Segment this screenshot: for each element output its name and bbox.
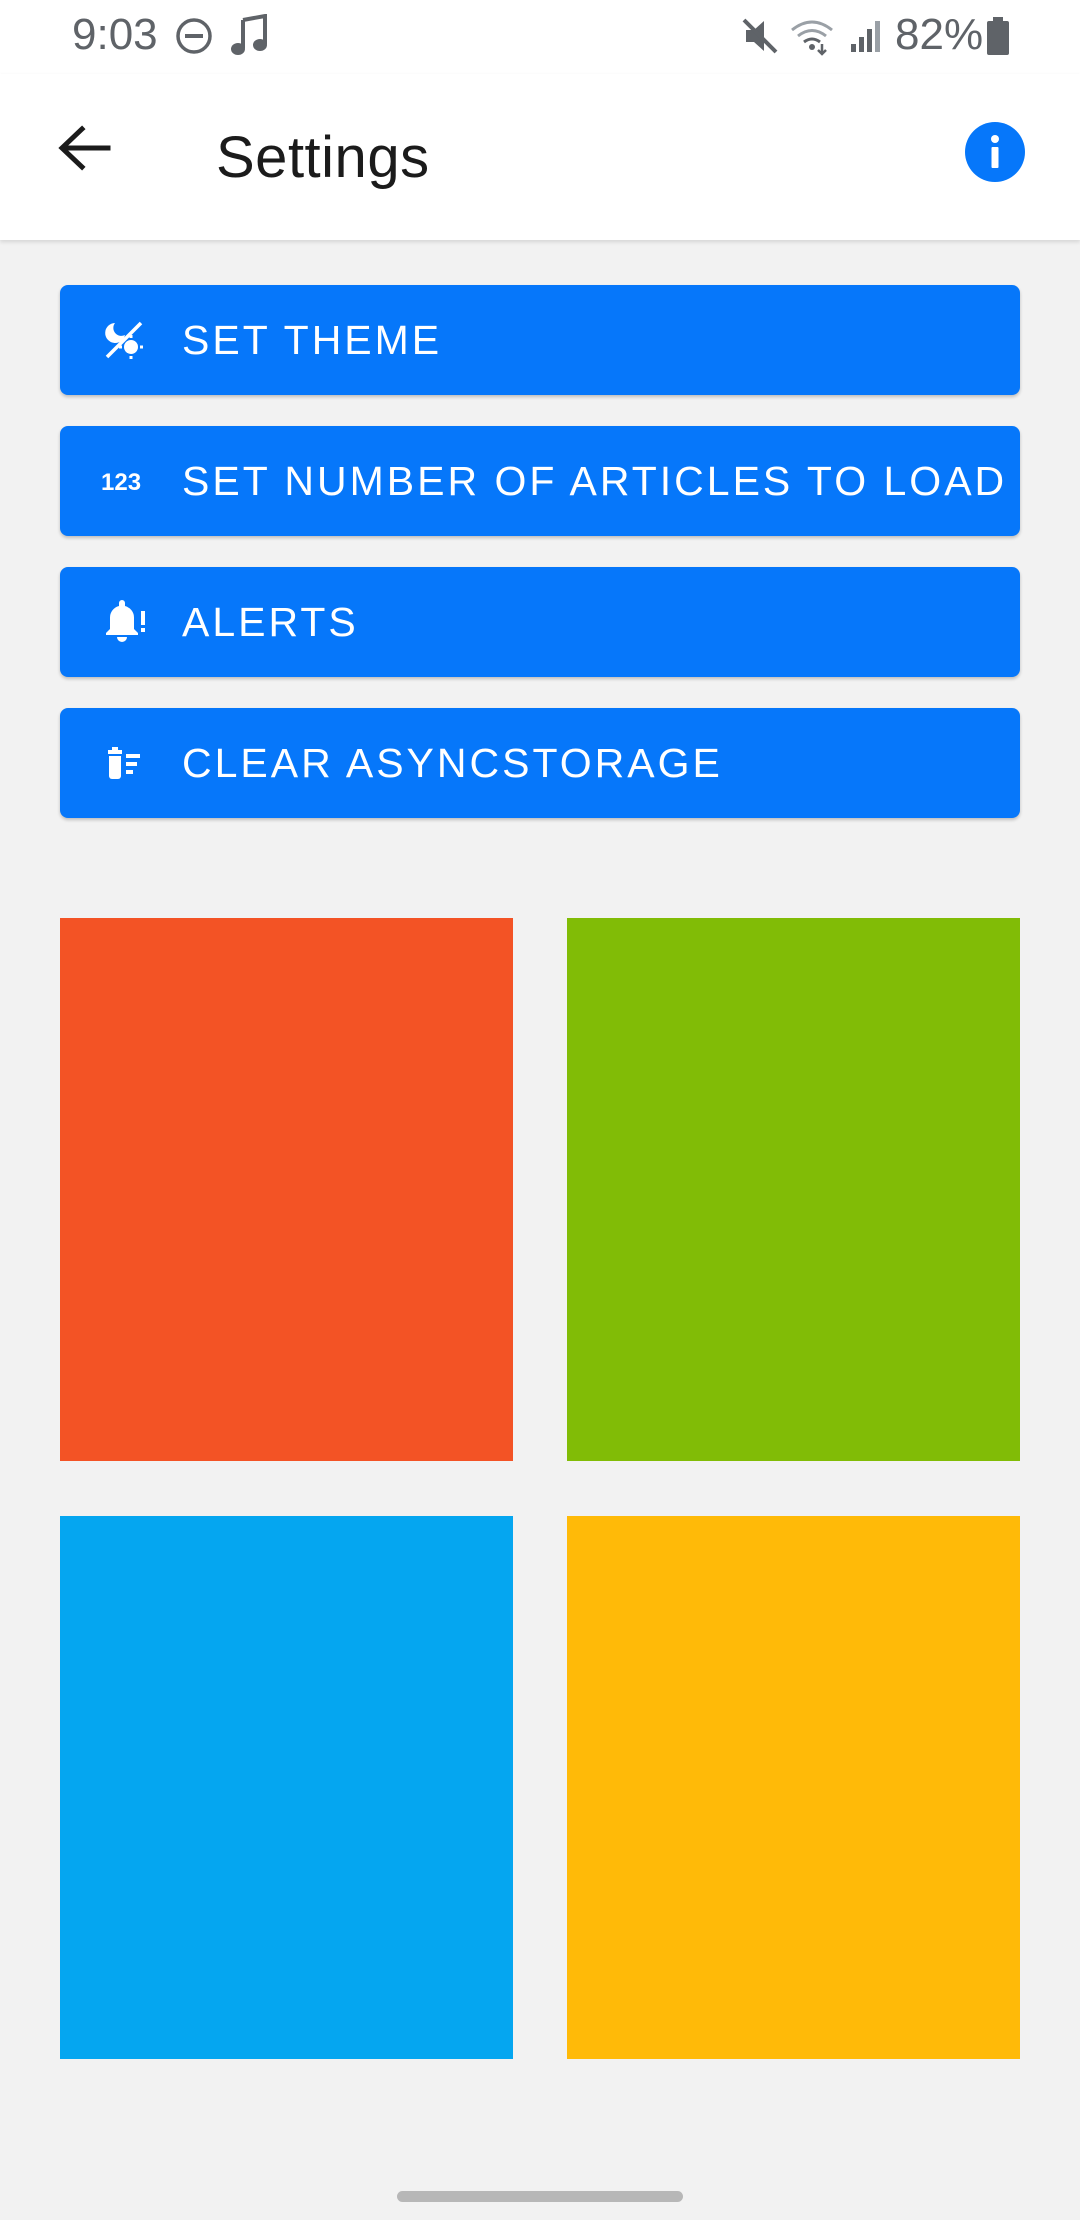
wifi-icon	[788, 12, 836, 60]
theme-icon	[94, 310, 154, 370]
music-note-icon	[228, 12, 270, 60]
set-theme-label: SET THEME	[182, 316, 443, 363]
numbers-123-icon: 123	[94, 451, 154, 511]
red-tile	[60, 918, 513, 1461]
svg-text:123: 123	[101, 469, 141, 496]
yellow-tile	[567, 1516, 1020, 2059]
page-title: Settings	[216, 125, 430, 190]
bell-alert-icon	[94, 592, 154, 652]
app-bar: Settings	[0, 74, 1080, 240]
signal-icon	[846, 12, 886, 60]
status-bar: 9:03 82%	[0, 0, 1080, 74]
set-articles-count-label: SET NUMBER OF ARTICLES TO LOAD	[182, 457, 1008, 504]
alerts-button[interactable]: ALERTS	[60, 567, 1020, 677]
clear-asyncstorage-button[interactable]: CLEAR ASYNCSTORAGE	[60, 708, 1020, 818]
info-icon	[965, 121, 1025, 187]
alerts-label: ALERTS	[182, 598, 359, 645]
set-articles-count-button[interactable]: 123 SET NUMBER OF ARTICLES TO LOAD	[60, 426, 1020, 536]
delete-sweep-icon	[94, 733, 154, 793]
status-time: 9:03	[72, 10, 158, 59]
arrow-back-icon	[56, 123, 112, 178]
set-theme-button[interactable]: SET THEME	[60, 285, 1020, 395]
battery-icon	[983, 12, 1013, 60]
back-button[interactable]	[48, 114, 120, 186]
info-button[interactable]	[965, 121, 1025, 187]
green-tile	[567, 918, 1020, 1461]
mute-icon	[738, 12, 782, 60]
home-gesture-bar[interactable]	[397, 2191, 683, 2202]
battery-percentage: 82%	[895, 10, 984, 59]
settings-list: SET THEME 123 SET NUMBER OF ARTICLES TO …	[60, 285, 1020, 849]
blue-tile	[60, 1516, 513, 2059]
do-not-disturb-icon	[173, 12, 215, 60]
clear-asyncstorage-label: CLEAR ASYNCSTORAGE	[182, 739, 723, 786]
